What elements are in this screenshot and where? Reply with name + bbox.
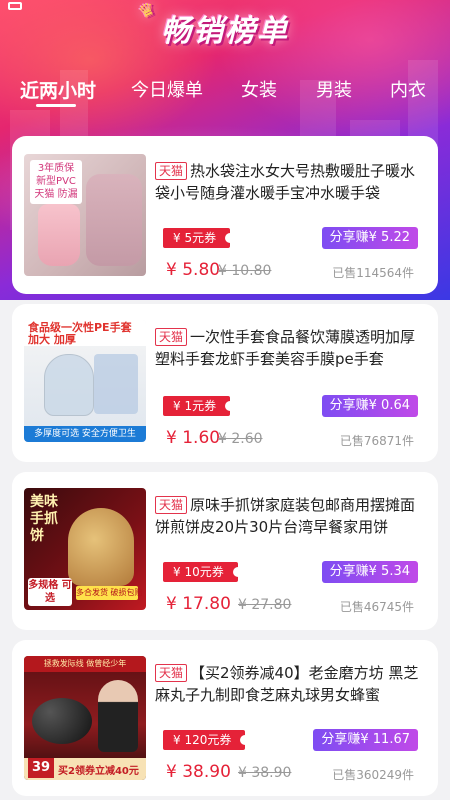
current-price: ¥ 38.90 <box>166 762 231 782</box>
tab-underwear[interactable]: 内衣 <box>390 76 426 102</box>
current-price: ¥ 1.60 <box>166 428 221 448</box>
coupon-badge[interactable]: ¥ 10元券 <box>163 562 243 582</box>
product-title[interactable]: 天猫 一次性手套食品餐饮薄膜透明加厚塑料手套龙虾手套美容手膜pe手套 <box>155 326 427 370</box>
product-image: 美味手抓饼 多规格 可选 多合发货 破损包赔 <box>24 488 146 610</box>
product-image: 3年质保 新型PVC 天猫 防漏 <box>24 154 146 276</box>
active-tab-indicator <box>36 104 76 107</box>
product-title[interactable]: 天猫 【买2领券减40】老金磨方坊 黑芝麻丸子九制即食芝麻丸球男女蜂蜜 <box>155 662 427 706</box>
tab-womens-wear[interactable]: 女装 <box>241 76 277 102</box>
tab-mens-wear[interactable]: 男装 <box>316 76 352 102</box>
tmall-badge: 天猫 <box>155 496 188 514</box>
product-card[interactable]: 美味手抓饼 多规格 可选 多合发货 破损包赔 天猫 原味手抓饼家庭装包邮商用摆摊面… <box>12 472 438 630</box>
sold-count: 已售46745件 <box>339 600 414 614</box>
tab-today-hot[interactable]: 今日爆单 <box>131 76 203 102</box>
coupon-badge[interactable]: ¥ 1元券 <box>163 396 236 416</box>
sold-count: 已售114564件 <box>332 266 414 280</box>
original-price: ¥ 27.80 <box>238 597 292 613</box>
product-image: 拯救发际线 做曾经少年 39 买2领券立减40元 <box>24 656 146 780</box>
share-earn-button[interactable]: 分享赚¥ 5.34 <box>321 561 418 583</box>
coupon-badge[interactable]: ¥ 5元券 <box>163 228 236 248</box>
sold-count: 已售76871件 <box>339 434 414 448</box>
coupon-badge[interactable]: ¥ 120元券 <box>163 730 251 750</box>
category-tabs: 近两小时 今日爆单 女装 男装 内衣 <box>0 76 450 110</box>
header: ♛ 畅销榜单 <box>0 0 450 50</box>
original-price: ¥ 10.80 <box>218 263 272 279</box>
share-earn-button[interactable]: 分享赚¥ 5.22 <box>321 227 418 249</box>
sold-count: 已售360249件 <box>332 768 414 782</box>
tmall-badge: 天猫 <box>155 328 188 346</box>
tmall-badge: 天猫 <box>155 162 188 180</box>
current-price: ¥ 5.80 <box>166 260 221 280</box>
product-image: 食品级一次性PE手套 加大 加厚 多厚度可选 安全方便卫生 <box>24 320 146 442</box>
product-card[interactable]: 食品级一次性PE手套 加大 加厚 多厚度可选 安全方便卫生 天猫 一次性手套食品餐… <box>12 304 438 462</box>
tab-recent-two-hours[interactable]: 近两小时 <box>20 76 96 103</box>
product-card[interactable]: 3年质保 新型PVC 天猫 防漏 天猫 热水袋注水女大号热敷暖肚子暖水袋小号随身灌… <box>12 136 438 294</box>
product-title[interactable]: 天猫 热水袋注水女大号热敷暖肚子暖水袋小号随身灌水暖手宝冲水暖手袋 <box>155 160 427 204</box>
share-earn-button[interactable]: 分享赚¥ 0.64 <box>321 395 418 417</box>
product-card[interactable]: 拯救发际线 做曾经少年 39 买2领券立减40元 天猫 【买2领券减40】老金磨方… <box>12 640 438 796</box>
share-earn-button[interactable]: 分享赚¥ 11.67 <box>313 729 418 751</box>
original-price: ¥ 38.90 <box>238 765 292 781</box>
original-price: ¥ 2.60 <box>218 431 263 447</box>
page-title: ♛ 畅销榜单 <box>135 0 297 50</box>
tmall-badge: 天猫 <box>155 664 188 682</box>
product-title[interactable]: 天猫 原味手抓饼家庭装包邮商用摆摊面饼煎饼皮20片30片台湾早餐家用饼 <box>155 494 427 538</box>
current-price: ¥ 17.80 <box>166 594 231 614</box>
